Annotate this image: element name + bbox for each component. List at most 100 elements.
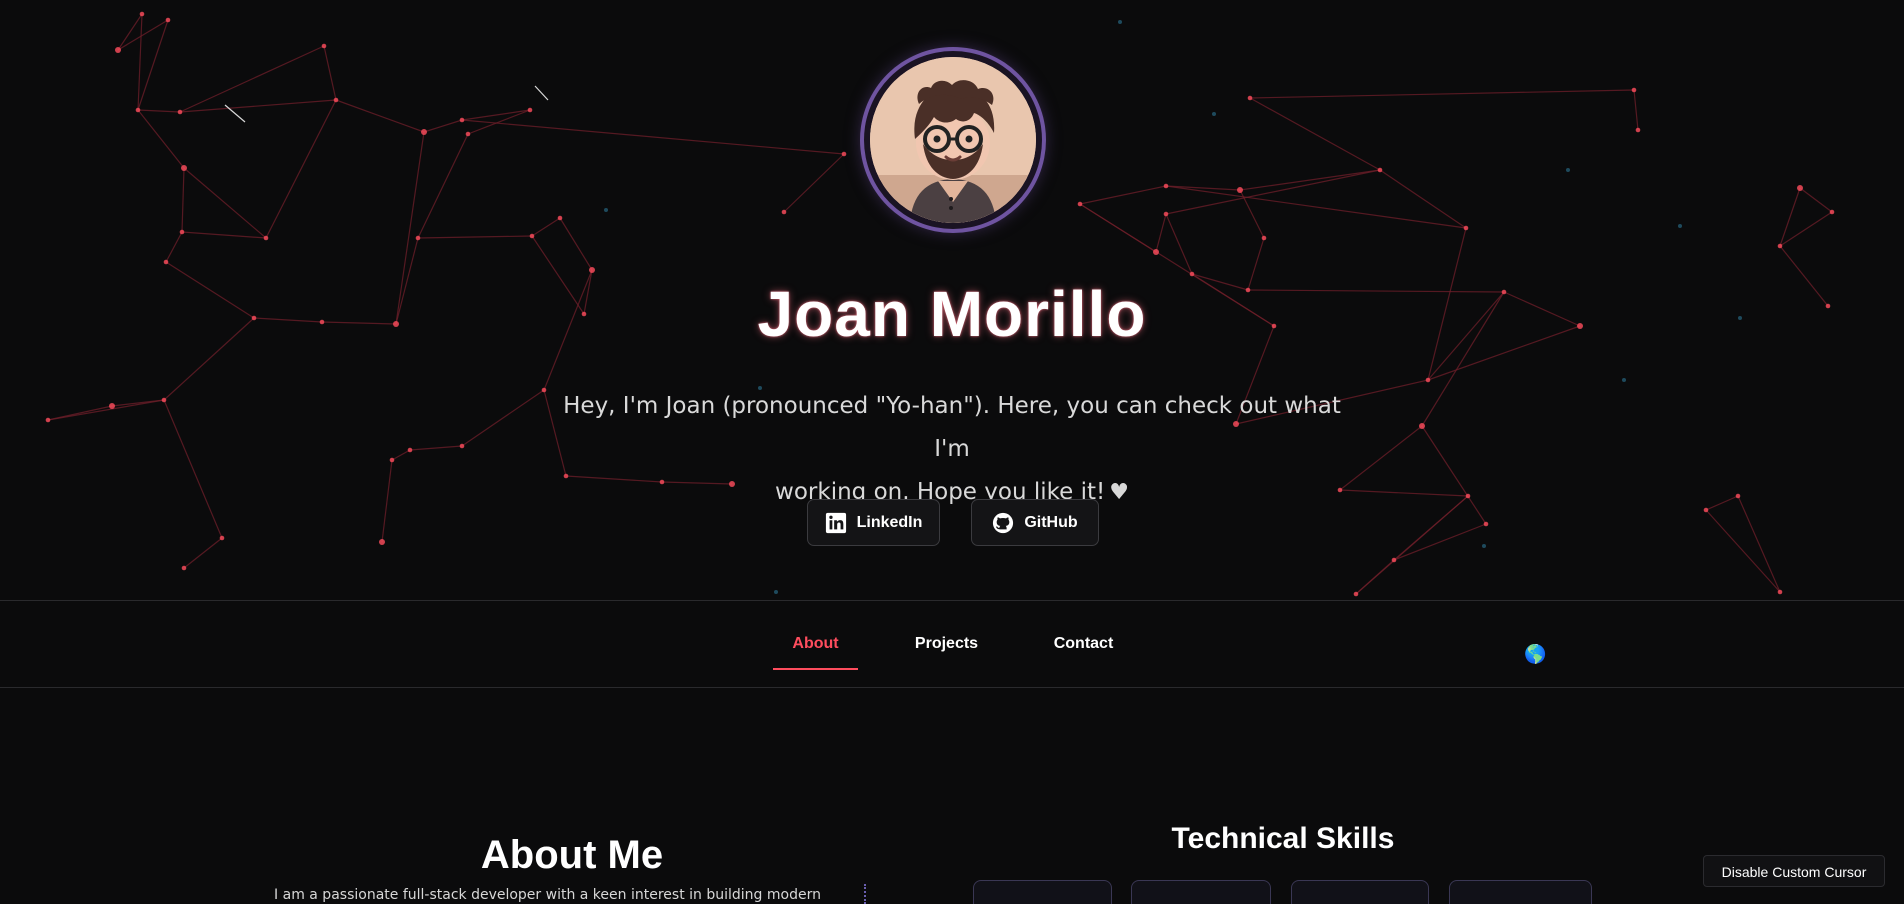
- network-node: [527, 107, 533, 113]
- network-edge: [783, 153, 845, 213]
- disable-custom-cursor-button[interactable]: Disable Custom Cursor: [1703, 855, 1885, 887]
- network-node: [1237, 187, 1243, 193]
- network-node: [1425, 377, 1431, 383]
- network-edge: [461, 109, 531, 121]
- github-label: GitHub: [1024, 513, 1078, 531]
- network-edge: [1779, 187, 1801, 247]
- background-dot: [1566, 168, 1570, 172]
- network-edge: [1393, 523, 1487, 561]
- network-node: [139, 11, 145, 17]
- network-node: [1247, 95, 1253, 101]
- network-node: [321, 43, 327, 49]
- network-node: [1483, 521, 1489, 527]
- network-node: [407, 447, 413, 453]
- network-node: [1631, 87, 1637, 93]
- network-edge: [183, 537, 223, 569]
- network-node: [1735, 493, 1741, 499]
- network-node: [219, 535, 225, 541]
- network-node: [333, 97, 339, 103]
- network-edge: [417, 133, 469, 239]
- network-node: [459, 117, 465, 123]
- network-edge: [1705, 495, 1739, 511]
- network-edge: [163, 399, 223, 539]
- network-edge: [1165, 213, 1193, 275]
- network-edge: [1155, 213, 1167, 253]
- network-node: [459, 443, 465, 449]
- network-edge: [183, 167, 267, 239]
- network-edge: [381, 459, 393, 543]
- avatar-illustration-icon: [870, 57, 1036, 223]
- skill-card: [1449, 880, 1592, 904]
- network-edge: [137, 109, 185, 169]
- network-node: [1465, 493, 1471, 499]
- network-edge: [137, 13, 143, 111]
- network-node: [263, 235, 269, 241]
- heart-icon: ♥: [1109, 480, 1129, 505]
- network-node: [1153, 249, 1159, 255]
- network-edge: [409, 445, 463, 451]
- github-icon: [992, 512, 1014, 534]
- network-edge: [165, 231, 183, 263]
- background-dot: [774, 590, 778, 594]
- network-node: [1377, 167, 1383, 173]
- network-node: [529, 233, 535, 239]
- network-node: [1261, 235, 1267, 241]
- network-edge: [137, 109, 181, 113]
- network-edge: [1079, 185, 1167, 205]
- hero-section: Joan Morillo Hey, I'm Joan (pronounced "…: [0, 0, 1904, 600]
- network-node: [421, 129, 427, 135]
- network-node: [1797, 185, 1803, 191]
- network-node: [163, 259, 169, 265]
- network-edge: [1339, 425, 1423, 491]
- network-node: [557, 215, 563, 221]
- network-node: [379, 539, 385, 545]
- network-node: [165, 17, 171, 23]
- network-edge: [47, 399, 165, 421]
- network-node: [589, 267, 595, 273]
- linkedin-logo-icon: [825, 512, 846, 533]
- linkedin-icon: [825, 512, 847, 534]
- about-text: I am a passionate full-stack developer w…: [274, 887, 821, 903]
- hero-subtitle-line-1: Hey, I'm Joan (pronounced "Yo-han"). Her…: [563, 393, 1341, 462]
- linkedin-button[interactable]: LinkedIn: [807, 499, 940, 546]
- network-node: [1163, 211, 1169, 217]
- network-edge: [1239, 169, 1381, 191]
- network-node: [1777, 589, 1783, 595]
- network-edge: [1779, 211, 1833, 247]
- nav-item-about[interactable]: About: [773, 627, 858, 670]
- avatar-image: [870, 57, 1036, 223]
- network-node: [781, 209, 787, 215]
- network-edge: [1165, 185, 1467, 229]
- network-edge: [181, 167, 185, 233]
- globe-icon[interactable]: 🌎: [1524, 645, 1546, 665]
- github-button[interactable]: GitHub: [971, 499, 1099, 546]
- network-node: [1077, 201, 1083, 207]
- network-edge: [335, 99, 425, 133]
- network-edge: [559, 217, 593, 271]
- network-node: [1391, 557, 1397, 563]
- network-node: [1829, 209, 1835, 215]
- network-edge: [117, 13, 143, 51]
- network-node: [1635, 127, 1641, 133]
- network-node: [1703, 507, 1709, 513]
- network-edge: [1339, 489, 1469, 497]
- social-links: LinkedIn GitHub: [807, 499, 1099, 548]
- network-node: [541, 387, 547, 393]
- background-dot: [1482, 544, 1486, 548]
- network-edge: [461, 119, 845, 155]
- network-edge: [181, 231, 267, 239]
- nav-item-contact[interactable]: Contact: [1040, 627, 1127, 661]
- nav-item-projects[interactable]: Projects: [900, 627, 993, 661]
- network-node: [1777, 243, 1783, 249]
- network-edge: [1633, 89, 1639, 131]
- background-dot: [1678, 224, 1682, 228]
- background-dot: [1212, 112, 1216, 116]
- main-content: About Me I am a passionate full-stack de…: [0, 688, 1904, 904]
- avatar: [864, 51, 1042, 229]
- network-edge: [531, 217, 561, 237]
- decorative-streak: [534, 85, 549, 101]
- network-edge: [417, 235, 533, 239]
- network-node: [1353, 591, 1359, 597]
- network-edge: [423, 119, 463, 133]
- network-edge: [1379, 169, 1467, 229]
